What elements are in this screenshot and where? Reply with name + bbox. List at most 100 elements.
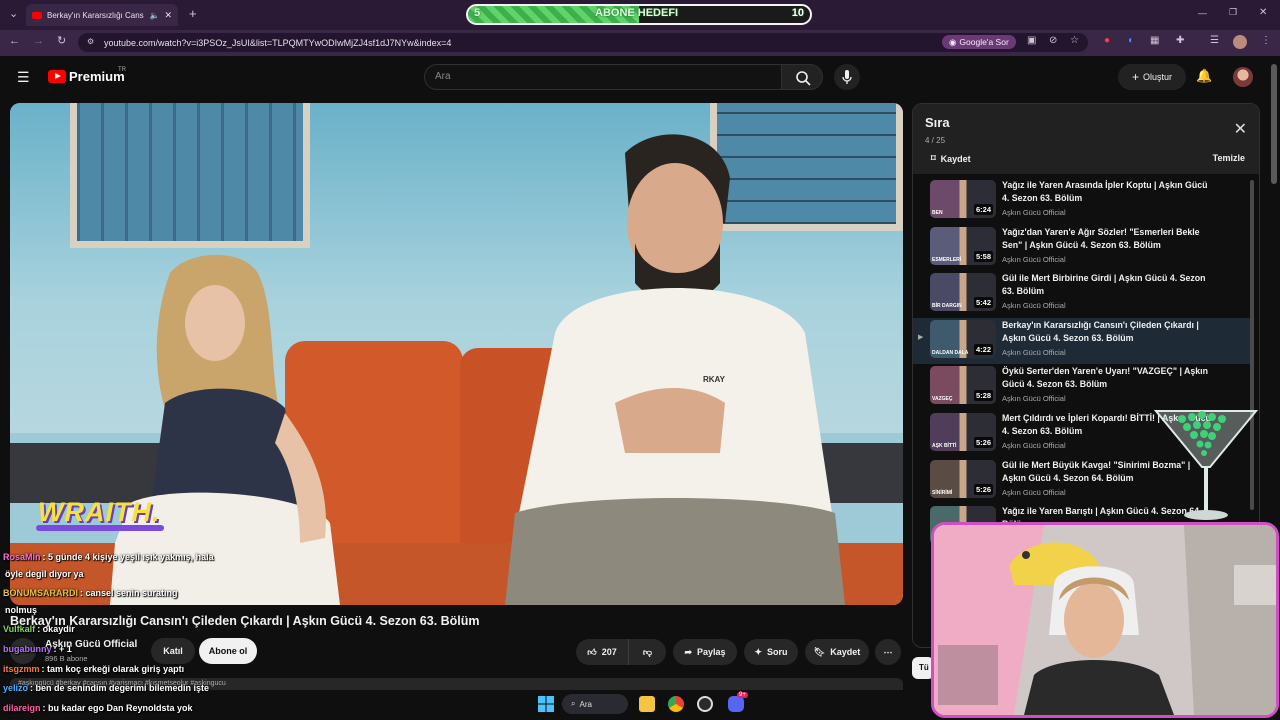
chrome-icon[interactable] xyxy=(668,696,684,712)
shirt-text: RKAY xyxy=(703,375,725,384)
discord-badge: 9+ xyxy=(737,692,748,698)
bookmark-star-icon[interactable]: ☆ xyxy=(1070,36,1079,46)
new-tab-button[interactable]: + xyxy=(189,7,197,20)
create-button[interactable]: + Oluştur xyxy=(1118,64,1186,90)
playlist-item[interactable]: ▶ DALDAN DALA 4:22 Berkay'ın Kararsızlığı C… xyxy=(913,317,1251,364)
tab-title: Berkay'ın Kararsızlığı Cansın'ı Çi xyxy=(47,10,144,20)
playlist-item[interactable]: BİR DARGIN 5:42 Gül ile Mert Birbirine Gir… xyxy=(913,271,1251,317)
playlist-thumbnail[interactable]: VAZGEÇ 5:28 xyxy=(930,366,996,405)
youtube-logo-icon[interactable] xyxy=(48,70,66,83)
more-actions-button[interactable]: ⋯ xyxy=(875,639,901,665)
url-text: youtube.com/watch?v=i3PSOz_JsUI&list=TLP… xyxy=(104,37,452,48)
webcam-scene xyxy=(934,525,1276,715)
playlist-item-channel: Aşkın Gücü Official xyxy=(1002,394,1066,404)
profile-avatar-icon[interactable] xyxy=(1233,35,1247,49)
playlist-clear-button[interactable]: Temizle xyxy=(1213,153,1245,163)
google-ask-button[interactable]: ◉ Google'a Sor xyxy=(942,35,1016,49)
window-close-icon[interactable]: ✕ xyxy=(1259,8,1267,18)
search-input[interactable]: Ara xyxy=(424,64,782,90)
video-person-man xyxy=(505,134,845,605)
file-explorer-icon[interactable] xyxy=(639,696,655,712)
install-icon[interactable]: ▣ xyxy=(1027,36,1036,46)
audio-icon[interactable]: 🔈 xyxy=(149,11,159,20)
save-button[interactable]: 🔖︎ Kaydet xyxy=(805,639,869,665)
chat-text: öyle degil diyor ya xyxy=(5,569,84,579)
now-playing-icon: ▶ xyxy=(918,333,924,341)
chat-text: : cansel senin suratıng xyxy=(80,588,178,598)
share-button[interactable]: ➦ Paylaş xyxy=(673,639,737,665)
chat-message: öyle degil diyor ya xyxy=(3,569,84,579)
back-icon[interactable]: ← xyxy=(9,36,20,47)
browser-tab-active[interactable]: Berkay'ın Kararsızlığı Cansın'ı Çi 🔈 ✕ xyxy=(26,4,178,26)
playlist-thumbnail[interactable]: BEN 6:24 xyxy=(930,180,996,218)
video-duration: 6:24 xyxy=(973,204,993,215)
subscribe-button[interactable]: Abone ol xyxy=(199,638,257,664)
eye-off-icon[interactable]: ⊘ xyxy=(1049,36,1057,46)
wraith-overlay-logo: WRAITH. xyxy=(38,497,161,527)
restore-icon[interactable]: ❐ xyxy=(1229,8,1237,17)
reading-list-icon[interactable]: ☰ xyxy=(1210,36,1219,46)
extensions-puzzle-icon[interactable]: ✚ xyxy=(1176,36,1184,46)
ask-label: Soru xyxy=(767,647,788,657)
site-info-icon[interactable]: ⚙ xyxy=(87,37,94,46)
chat-text: : tam koç erkeği olarak giriş yaptı xyxy=(41,664,185,674)
page-scrollbar-thumb[interactable] xyxy=(1271,64,1277,184)
browser-tab-bar: ⌄ Berkay'ın Kararsızlığı Cansın'ı Çi 🔈 ✕… xyxy=(0,0,1280,30)
forward-icon[interactable]: → xyxy=(33,36,44,47)
extension-blue-icon[interactable]: ◖ xyxy=(1127,36,1133,46)
playlist-position: 4 / 25 xyxy=(925,136,946,145)
thumbs-up-icon: 👍︎ xyxy=(587,646,597,657)
url-field[interactable]: ⚙ youtube.com/watch?v=i3PSOz_JsUI&list=T… xyxy=(78,33,1088,52)
playlist-thumbnail[interactable]: BİR DARGIN 5:42 xyxy=(930,273,996,312)
playlist-item-title: Yağız ile Yaren Arasında İpler Koptu | A… xyxy=(1002,180,1208,203)
chat-username: Vulfkalf xyxy=(3,624,36,634)
playlist-save-button[interactable]: ⌑ Kaydet xyxy=(931,153,971,164)
logo-text[interactable]: Premium xyxy=(69,69,125,84)
reload-icon[interactable]: ↻ xyxy=(57,36,66,47)
obs-icon[interactable] xyxy=(697,696,713,712)
like-button[interactable]: 👍︎ 207 xyxy=(576,639,628,665)
goal-current: 5 xyxy=(474,7,481,19)
account-avatar[interactable] xyxy=(1233,67,1253,87)
notifications-bell-icon[interactable]: 🔔 xyxy=(1196,68,1212,84)
playlist-item[interactable]: ESMERLERİ 5:58 Yağız'dan Yaren'e Ağır Sözl… xyxy=(913,225,1251,271)
voice-search-button[interactable] xyxy=(834,64,860,90)
thumbs-down-icon: 👎︎ xyxy=(642,646,653,657)
extension-red-icon[interactable]: ● xyxy=(1104,36,1110,46)
tab-list-icon[interactable]: ⌄ xyxy=(9,9,18,20)
extension-gray-icon[interactable]: ▦ xyxy=(1150,36,1159,46)
minimize-icon[interactable]: — xyxy=(1198,9,1207,18)
playlist-title: Sıra xyxy=(925,115,950,130)
share-label: Paylaş xyxy=(697,647,726,657)
playlist-item[interactable]: BEN 6:24 Yağız ile Yaren Arasında İpler Ko… xyxy=(913,178,1251,224)
discord-icon[interactable] xyxy=(728,696,744,712)
video-duration: 5:26 xyxy=(973,483,993,495)
mic-icon xyxy=(842,70,852,84)
taskbar-search[interactable]: ⌕ Ara xyxy=(562,694,628,714)
thumbnail-caption: ESMERLERİ xyxy=(932,256,962,263)
playlist-item-channel: Aşkın Gücü Official xyxy=(1002,254,1066,264)
playlist-thumbnail[interactable]: ESMERLERİ 5:58 xyxy=(930,226,996,265)
thumbnail-caption: DALDAN DALA xyxy=(932,349,969,356)
dislike-button[interactable]: 👎︎ xyxy=(628,639,666,665)
join-label: Katıl xyxy=(163,646,183,656)
chat-text: : ben de senindim degerimi bilemedin işt… xyxy=(30,683,210,693)
chat-text: : 5 günde 4 kişiye yeşil ışık yakmış, ha… xyxy=(42,552,214,562)
browser-menu-icon[interactable]: ⋮ xyxy=(1261,36,1271,46)
windows-start-icon[interactable] xyxy=(538,696,554,712)
join-button[interactable]: Katıl xyxy=(151,638,195,664)
hamburger-menu-icon[interactable]: ☰ xyxy=(17,70,30,84)
playlist-thumbnail[interactable]: DALDAN DALA 4:22 xyxy=(930,319,996,358)
tab-close-icon[interactable]: ✕ xyxy=(164,10,172,21)
playlist-thumbnail[interactable]: AŞK BİTTİ 5:26 xyxy=(930,413,996,451)
playlist-item[interactable]: VAZGEÇ 5:28 Öykü Serter'den Yaren'e Uyarı!… xyxy=(913,364,1251,410)
video-player[interactable]: RKAY WRAITH. xyxy=(10,103,903,605)
playlist-thumbnail[interactable]: SİNİRİMİ 5:26 xyxy=(930,459,996,498)
thumbnail-caption: VAZGEÇ xyxy=(932,396,953,403)
ask-button[interactable]: ✦ Soru xyxy=(744,639,798,665)
bookmark-icon: ⌑ xyxy=(931,153,936,163)
playlist-close-icon[interactable]: ✕ xyxy=(1234,119,1247,139)
thumbnail-caption: BİR DARGIN xyxy=(932,303,962,310)
search-button[interactable] xyxy=(781,64,823,90)
share-icon: ➦ xyxy=(684,646,692,657)
